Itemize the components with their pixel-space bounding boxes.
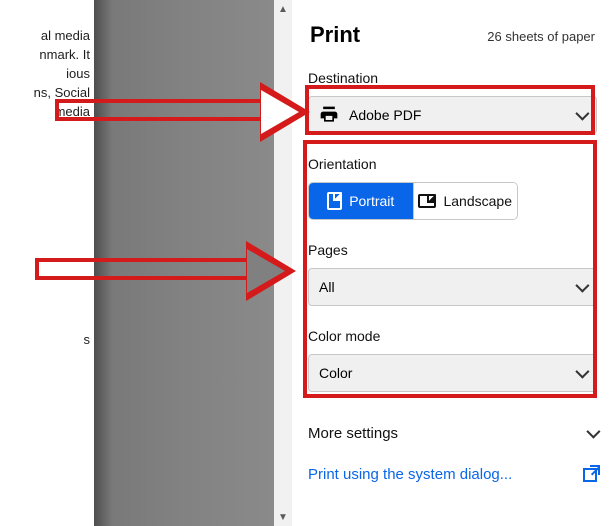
annotation-arrow-2 — [35, 241, 295, 301]
print-title: Print — [310, 22, 360, 48]
more-settings-toggle[interactable]: More settings — [308, 418, 597, 448]
more-settings-label: More settings — [308, 425, 398, 442]
doc-text-line: al media — [4, 26, 90, 45]
doc-text-line: ious — [4, 64, 90, 83]
annotation-box-destination — [305, 85, 595, 135]
chevron-down-icon — [587, 425, 597, 442]
annotation-box-options — [303, 140, 597, 398]
scroll-up-icon[interactable]: ▲ — [274, 0, 292, 18]
system-dialog-text: Print using the system dialog... — [308, 466, 512, 483]
annotation-arrow-1 — [55, 82, 315, 142]
system-dialog-link[interactable]: Print using the system dialog... — [308, 466, 597, 483]
scroll-down-icon[interactable]: ▼ — [274, 508, 292, 526]
external-link-icon — [583, 468, 597, 482]
sheets-count: 26 sheets of paper — [487, 29, 595, 48]
doc-text-line: nmark. It — [4, 45, 90, 64]
doc-text-line: s — [78, 330, 90, 349]
destination-label: Destination — [308, 70, 597, 86]
